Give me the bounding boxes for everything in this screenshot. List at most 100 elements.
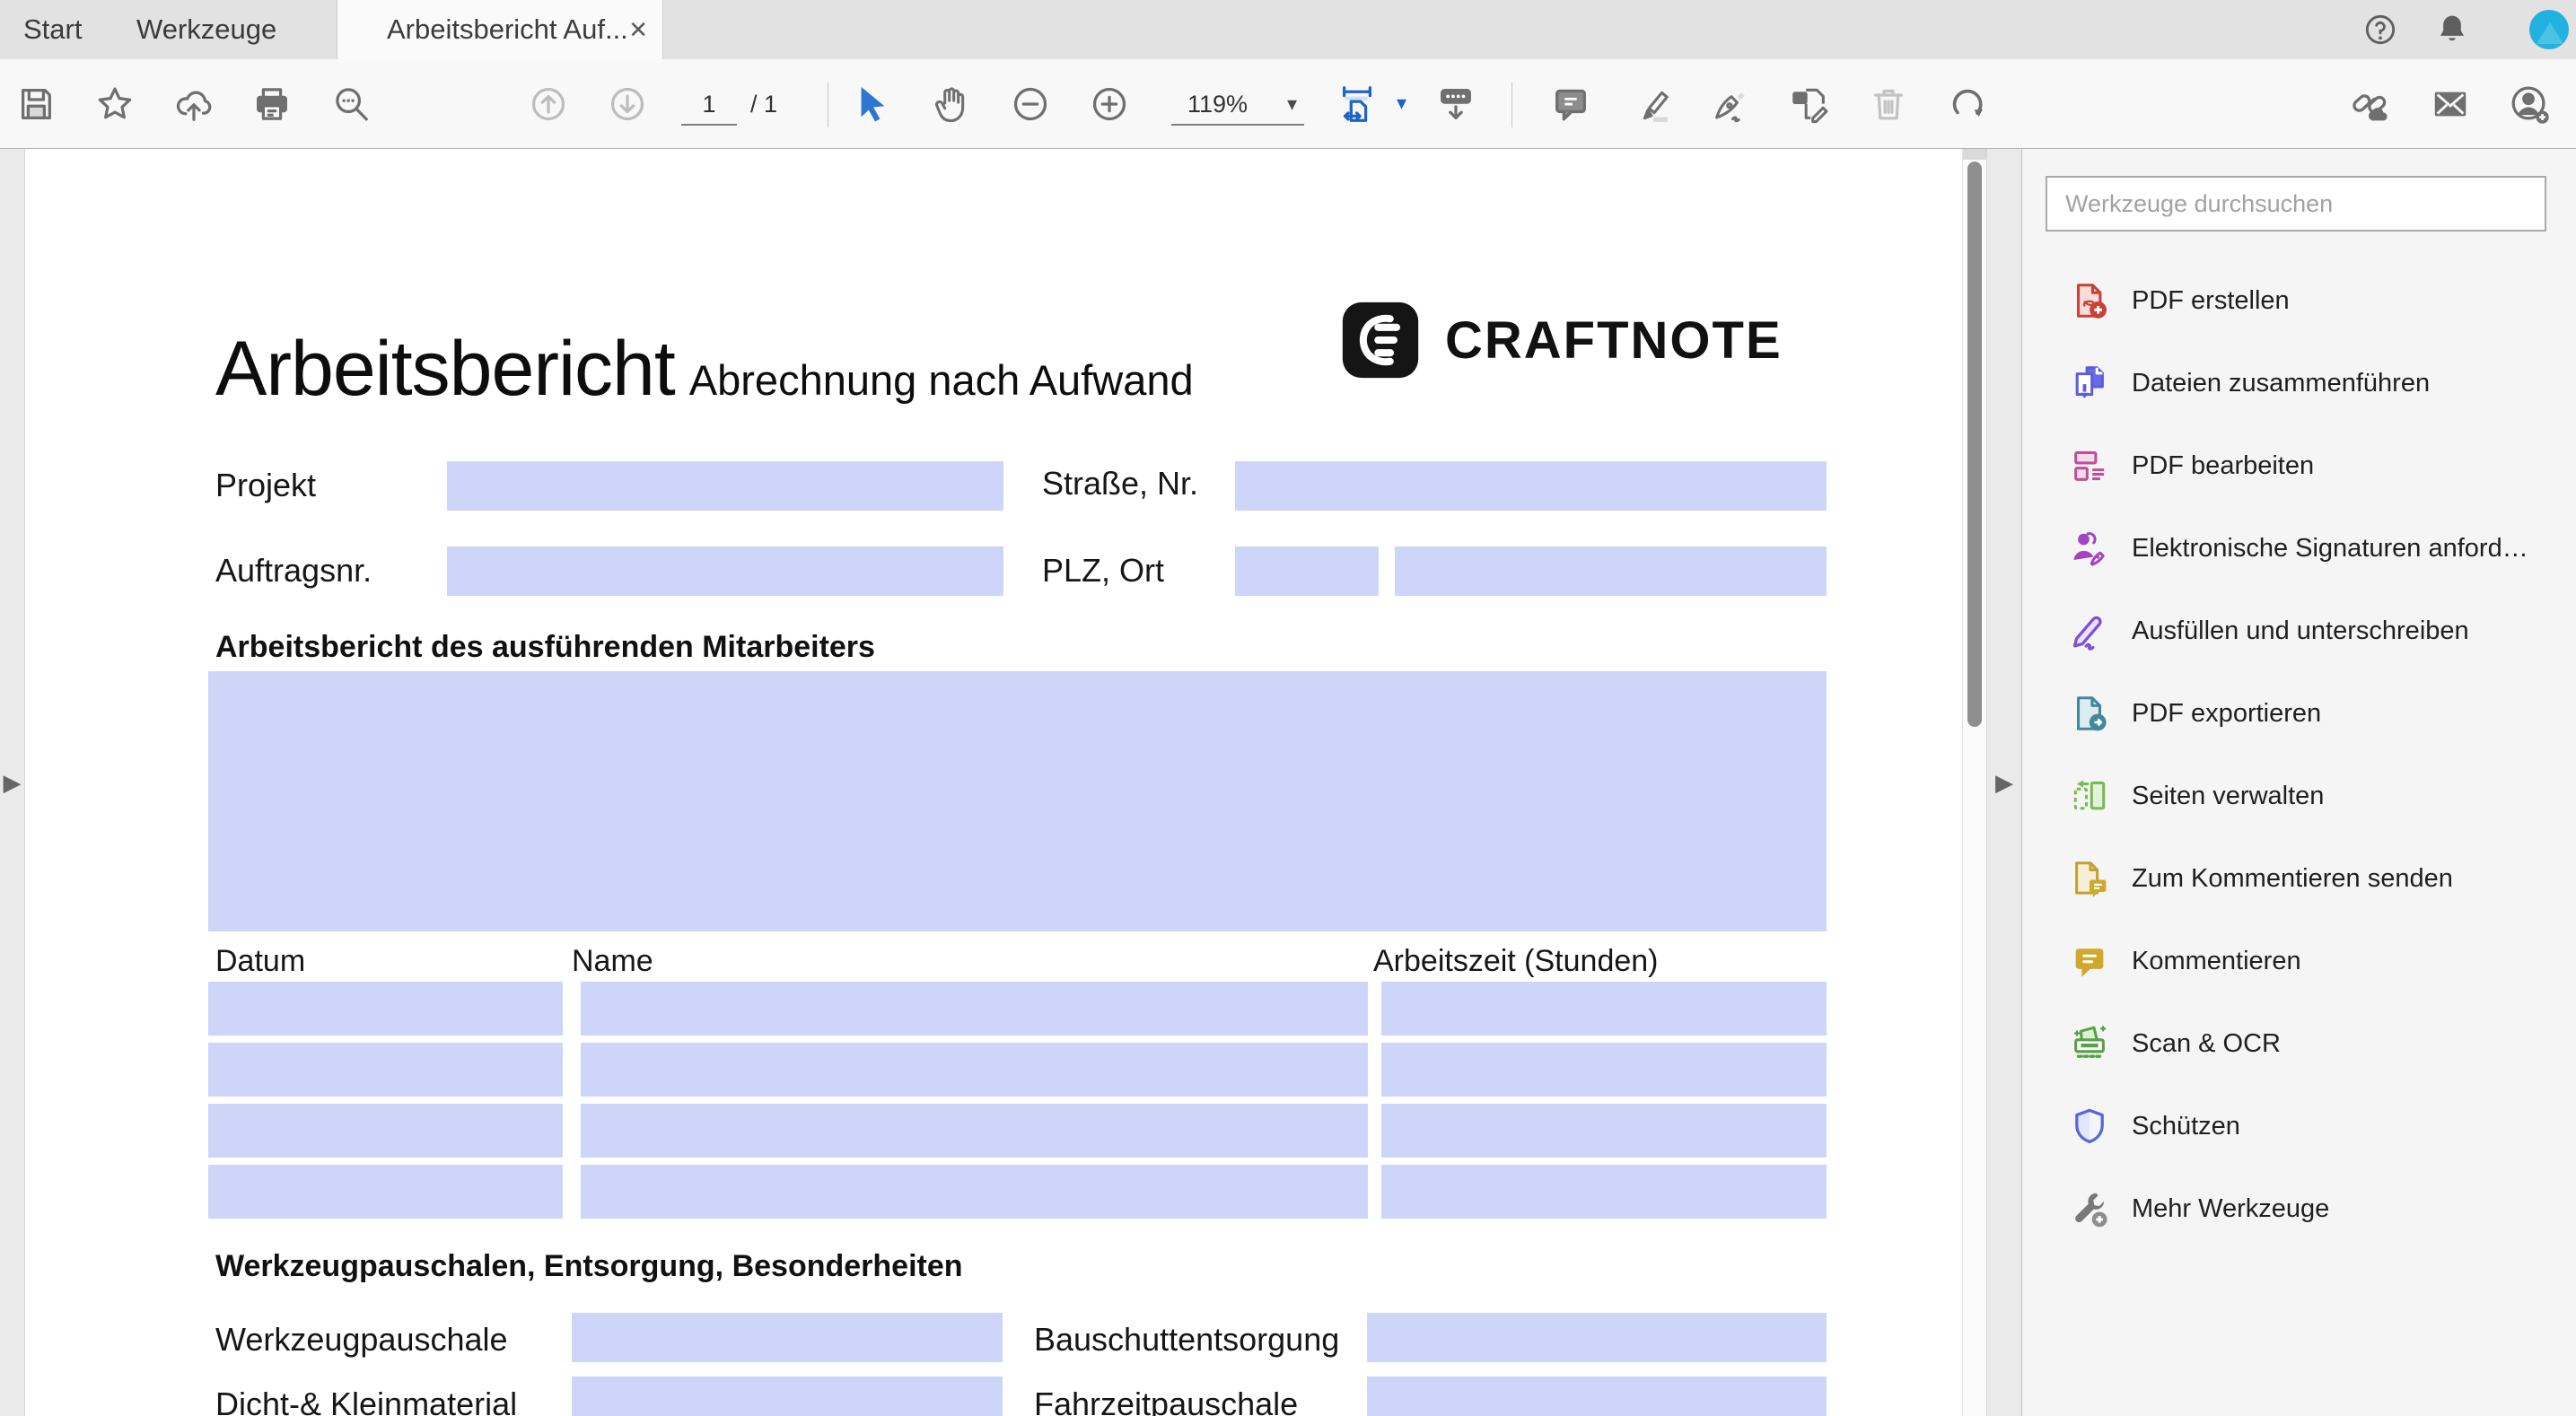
plz-field[interactable] [1235,546,1379,596]
combine-files-icon [2069,363,2110,404]
edit-pdf-tool-icon[interactable] [1789,83,1830,125]
scrollbar-thumb[interactable] [1967,162,1982,727]
strasse-label: Straße, Nr. [1042,465,1198,503]
favorite-star-icon[interactable] [94,83,136,125]
zoom-in-icon[interactable] [1089,83,1130,125]
page-number-input[interactable]: 1 [681,84,737,126]
email-icon[interactable] [2430,83,2471,125]
user-avatar[interactable] [2529,10,2569,49]
craftnote-logo-text: CRAFTNOTE [1445,310,1783,371]
zoom-level-control[interactable]: 119% ▾ [1171,84,1304,126]
report-textarea-field[interactable] [208,671,1827,931]
name-field[interactable] [581,1043,1368,1097]
close-tab-icon[interactable]: ✕ [628,0,648,59]
comment-icon [2069,940,2110,982]
create-pdf-icon [2069,280,2110,321]
pdf-document-title: Arbeitsbericht [215,325,675,414]
arbeitszeit-field[interactable] [1381,1104,1827,1158]
datum-field[interactable] [208,982,563,1036]
scrollbar-top-cap [1963,149,1987,160]
zoom-dropdown-icon[interactable]: ▾ [1287,84,1297,124]
zoom-level-value: 119% [1187,84,1248,124]
tool-create-pdf[interactable]: PDF erstellen [2022,259,2576,342]
tool-scan-ocr[interactable]: Scan & OCR [2022,1002,2576,1085]
arbeitszeit-field[interactable] [1381,982,1827,1036]
strasse-field[interactable] [1235,461,1827,511]
auftragsnr-label: Auftragsnr. [215,552,372,590]
expand-right-panel-icon[interactable]: ▶ [1987,766,2021,799]
document-tab[interactable]: Arbeitsbericht Auf... ✕ [337,0,663,59]
name-field[interactable] [581,1165,1368,1219]
delete-pages-icon [1868,83,1909,125]
dicht-kleinmaterial-label: Dicht-& Kleinmaterial [215,1385,517,1416]
section-pauschalen-heading: Werkzeugpauschalen, Entsorgung, Besonder… [215,1249,963,1284]
tool-export-pdf[interactable]: PDF exportieren [2022,672,2576,755]
datum-field[interactable] [208,1043,563,1097]
name-field[interactable] [581,982,1368,1036]
tool-request-signatures[interactable]: Elektronische Signaturen anford… [2022,507,2576,590]
vertical-scrollbar[interactable] [1962,149,1986,1416]
tools-search-input[interactable] [2046,176,2546,232]
tab-werkzeuge[interactable]: Werkzeuge [136,0,276,59]
name-field[interactable] [581,1104,1368,1158]
next-page-icon [607,83,648,125]
tool-comment[interactable]: Kommentieren [2022,920,2576,1002]
fahrzeitpauschale-label: Fahrzeitpauschale [1034,1385,1298,1416]
tool-more-tools[interactable]: Mehr Werkzeuge [2022,1167,2576,1250]
zoom-out-icon[interactable] [1010,83,1051,125]
help-icon[interactable] [2362,12,2398,48]
highlight-tool-icon[interactable] [1631,83,1672,125]
dicht-kleinmaterial-field[interactable] [572,1377,1003,1416]
edit-pdf-icon [2069,445,2110,486]
tool-send-for-comments[interactable]: Zum Kommentieren senden [2022,837,2576,920]
notifications-bell-icon[interactable] [2434,12,2470,48]
right-panel-strip: ▶ [1986,149,2021,1416]
projekt-field[interactable] [447,461,1003,511]
auftragsnr-field[interactable] [447,546,1003,596]
print-icon[interactable] [251,83,293,125]
tool-label: Schützen [2132,1112,2240,1141]
save-button[interactable] [15,83,57,125]
fahrzeitpauschale-field[interactable] [1367,1377,1827,1416]
share-link-icon[interactable] [2349,83,2390,125]
search-icon[interactable] [330,83,372,125]
scan-ocr-icon [2069,1023,2110,1064]
left-panel-strip: ▶ [0,149,25,1416]
tool-label: Kommentieren [2132,947,2301,976]
table-header-datum: Datum [215,944,305,979]
rotate-pages-icon[interactable] [1947,83,1988,125]
bauschuttentsorgung-field[interactable] [1367,1313,1827,1362]
ort-field[interactable] [1395,546,1827,596]
pdf-document-subtitle: Abrechnung nach Aufwand [689,355,1194,405]
scrolling-mode-icon[interactable] [1435,83,1476,125]
tool-protect[interactable]: Schützen [2022,1085,2576,1167]
fit-width-dropdown-icon[interactable]: ▾ [1397,92,1406,115]
arbeitszeit-field[interactable] [1381,1043,1827,1097]
craftnote-logo: CRAFTNOTE [1339,299,1783,381]
fit-width-icon[interactable] [1336,83,1378,125]
export-pdf-icon [2069,693,2110,734]
tab-start[interactable]: Start [23,0,82,59]
tool-combine-files[interactable]: Dateien zusammenführen [2022,342,2576,424]
select-tool-cursor-icon[interactable] [852,83,893,125]
share-cloud-upload-icon[interactable] [173,83,215,125]
datum-field[interactable] [208,1165,563,1219]
werkzeugpauschale-field[interactable] [572,1313,1003,1362]
tool-fill-sign[interactable]: Ausfüllen und unterschreiben [2022,590,2576,672]
section-mitarbeiter-heading: Arbeitsbericht des ausführenden Mitarbei… [215,630,875,665]
sign-tool-icon[interactable] [1710,83,1751,125]
main-area: ▶ Arbeitsbericht Abrechnung nach Aufwand… [0,149,2576,1416]
tab-bar: Start Werkzeuge Arbeitsbericht Auf... ✕ [0,0,2576,59]
toolbar: 1 / 1 119% ▾ [0,59,2576,149]
datum-field[interactable] [208,1104,563,1158]
hand-tool-icon[interactable] [931,83,972,125]
tool-edit-pdf[interactable]: PDF bearbeiten [2022,424,2576,507]
tool-organize-pages[interactable]: Seiten verwalten [2022,755,2576,837]
tools-list: PDF erstellen Dateien zusammenführen [2022,259,2576,1250]
tool-label: Elektronische Signaturen anford… [2132,534,2528,564]
arbeitszeit-field[interactable] [1381,1165,1827,1219]
comment-tool-icon[interactable] [1550,83,1591,125]
expand-left-panel-icon[interactable]: ▶ [0,766,24,799]
add-user-icon[interactable] [2509,83,2550,125]
document-tab-title: Arbeitsbericht Auf... [387,0,628,59]
